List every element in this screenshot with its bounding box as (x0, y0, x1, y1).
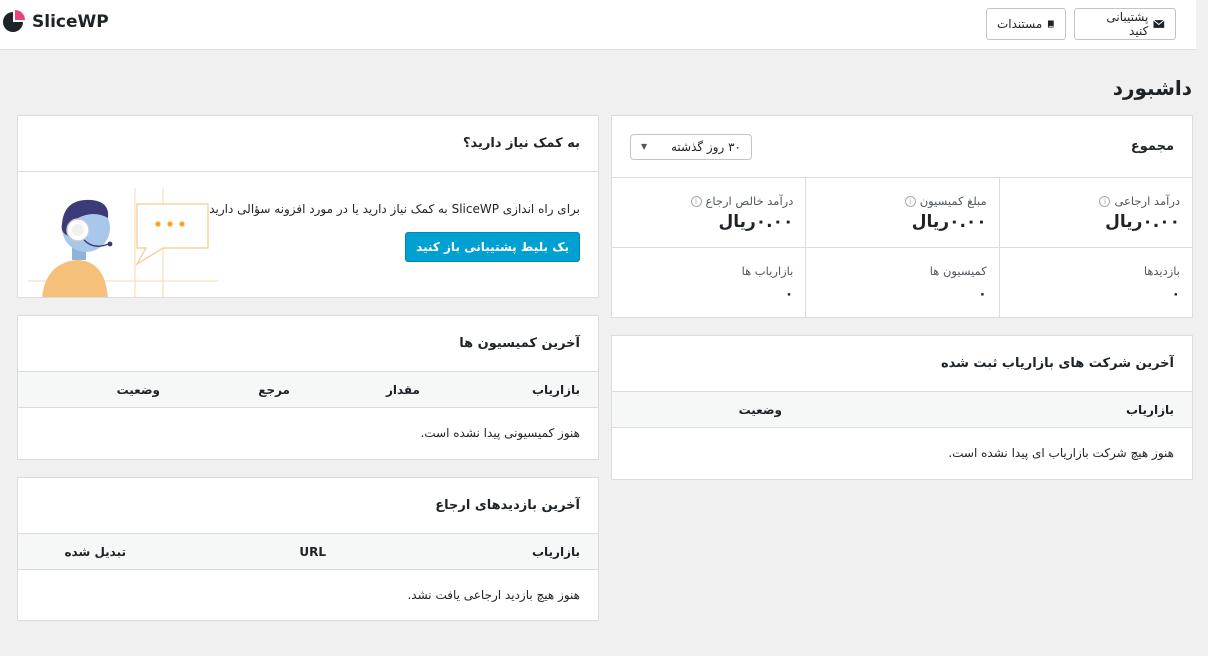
envelope-icon (1153, 19, 1165, 28)
column-reference: مرجع (258, 382, 290, 397)
table-header: بازاریاب مقدار مرجع وضعیت (18, 372, 598, 408)
latest-affiliates-title: آخرین شرکت های بازاریاب ثبت شده (940, 356, 1174, 371)
stat-commission-amount: مبلغ کمیسیون i ۰.۰۰ریال (805, 178, 999, 248)
support-agent-illustration (28, 188, 218, 297)
stat-referral-revenue: درآمد ارجاعی i ۰.۰۰ریال (998, 178, 1192, 248)
stat-value: ۰ (784, 286, 794, 302)
latest-affiliates-header: آخرین شرکت های بازاریاب ثبت شده (612, 336, 1192, 392)
open-ticket-button[interactable]: یک بلیط پشتیبانی باز کنید (405, 232, 580, 262)
support-button[interactable]: پشتیبانی کنید (1074, 8, 1176, 40)
totals-title: مجموع (1130, 139, 1174, 154)
stat-label: بازدیدها (1143, 264, 1180, 278)
stat-value: ۰ (1171, 286, 1180, 302)
logo-text: SliceWP (32, 12, 109, 32)
docs-button-label: مستندات (997, 17, 1043, 31)
help-title: به کمک نیاز دارید؟ (462, 136, 580, 151)
top-bar: SliceWP پشتیبانی کنید مستندات (0, 0, 1196, 50)
column-converted: تبدیل شده (64, 544, 126, 559)
period-select[interactable]: ۳۰ روز گذشته ▼ (630, 133, 752, 160)
latest-visits-title: آخرین بازدیدهای ارجاع (435, 498, 580, 513)
stat-label: درآمد خالص ارجاع (705, 194, 794, 208)
stat-value: ۰.۰۰ریال (1105, 212, 1180, 232)
column-url: URL (299, 544, 326, 559)
stat-value: ۰ (978, 286, 987, 302)
stat-value: ۰.۰۰ریال (718, 212, 794, 232)
column-affiliate: بازاریاب (531, 544, 580, 559)
column-affiliate: بازاریاب (531, 382, 580, 397)
column-amount: مقدار (385, 382, 420, 397)
latest-affiliates-card: آخرین شرکت های بازاریاب ثبت شده بازاریاب… (611, 335, 1193, 480)
support-button-label: پشتیبانی کنید (1106, 10, 1149, 38)
totals-header: مجموع ۳۰ روز گذشته ▼ (612, 116, 1192, 178)
help-header: به کمک نیاز دارید؟ (18, 116, 598, 172)
chevron-down-icon: ▼ (641, 142, 648, 151)
docs-button[interactable]: مستندات (986, 8, 1066, 40)
stat-label: مبلغ کمیسیون (919, 194, 987, 208)
latest-visits-card: آخرین بازدیدهای ارجاع بازاریاب URL تبدیل… (17, 477, 599, 621)
slicewp-logo-icon (3, 10, 25, 32)
empty-message: هنوز هیچ شرکت بازاریاب ای پیدا نشده است. (948, 446, 1174, 460)
stat-label: بازاریاب ها (741, 264, 794, 278)
stat-visits: بازدیدها ۰ (998, 248, 1192, 317)
slicewp-logo[interactable]: SliceWP (2, 10, 109, 34)
stat-label: کمیسیون ها (929, 264, 987, 278)
stat-label: درآمد ارجاعی (1114, 194, 1180, 208)
column-status: وضعیت (116, 382, 160, 397)
latest-commissions-title: آخرین کمیسیون ها (459, 336, 580, 351)
latest-commissions-header: آخرین کمیسیون ها (18, 316, 598, 372)
column-status: وضعیت (738, 402, 782, 417)
table-header: بازاریاب URL تبدیل شده (18, 534, 598, 570)
help-body: برای راه اندازی SliceWP به کمک نیاز داری… (18, 172, 598, 297)
help-card: به کمک نیاز دارید؟ برای راه اندازی Slice… (17, 115, 599, 298)
period-select-value: ۳۰ روز گذشته (670, 139, 741, 154)
info-icon[interactable]: i (690, 195, 702, 207)
empty-message: هنوز کمیسیونی پیدا نشده است. (420, 426, 580, 440)
empty-message: هنوز هیچ بازدید ارجاعی یافت نشد. (407, 588, 580, 602)
stats-grid: درآمد ارجاعی i ۰.۰۰ریال مبلغ کمیسیون i ۰.۰… (612, 178, 1192, 317)
stat-net-referral-revenue: درآمد خالص ارجاع i ۰.۰۰ریال (612, 178, 806, 248)
latest-visits-header: آخرین بازدیدهای ارجاع (18, 478, 598, 534)
table-header: بازاریاب وضعیت (612, 392, 1192, 428)
column-affiliate: بازاریاب (1125, 402, 1174, 417)
stat-affiliates: بازاریاب ها ۰ (612, 248, 805, 317)
totals-card: مجموع ۳۰ روز گذشته ▼ درآمد ارجاعی i ۰.۰۰ر… (611, 115, 1193, 318)
latest-commissions-card: آخرین کمیسیون ها بازاریاب مقدار مرجع وضع… (17, 315, 599, 460)
info-icon[interactable]: i (904, 195, 916, 207)
info-icon[interactable]: i (1099, 195, 1111, 207)
help-text: برای راه اندازی SliceWP به کمک نیاز داری… (202, 202, 580, 216)
stat-commissions: کمیسیون ها ۰ (805, 248, 998, 317)
book-icon (1048, 20, 1055, 28)
page-title: داشبورد (1112, 76, 1192, 100)
stat-value: ۰.۰۰ریال (911, 212, 987, 232)
